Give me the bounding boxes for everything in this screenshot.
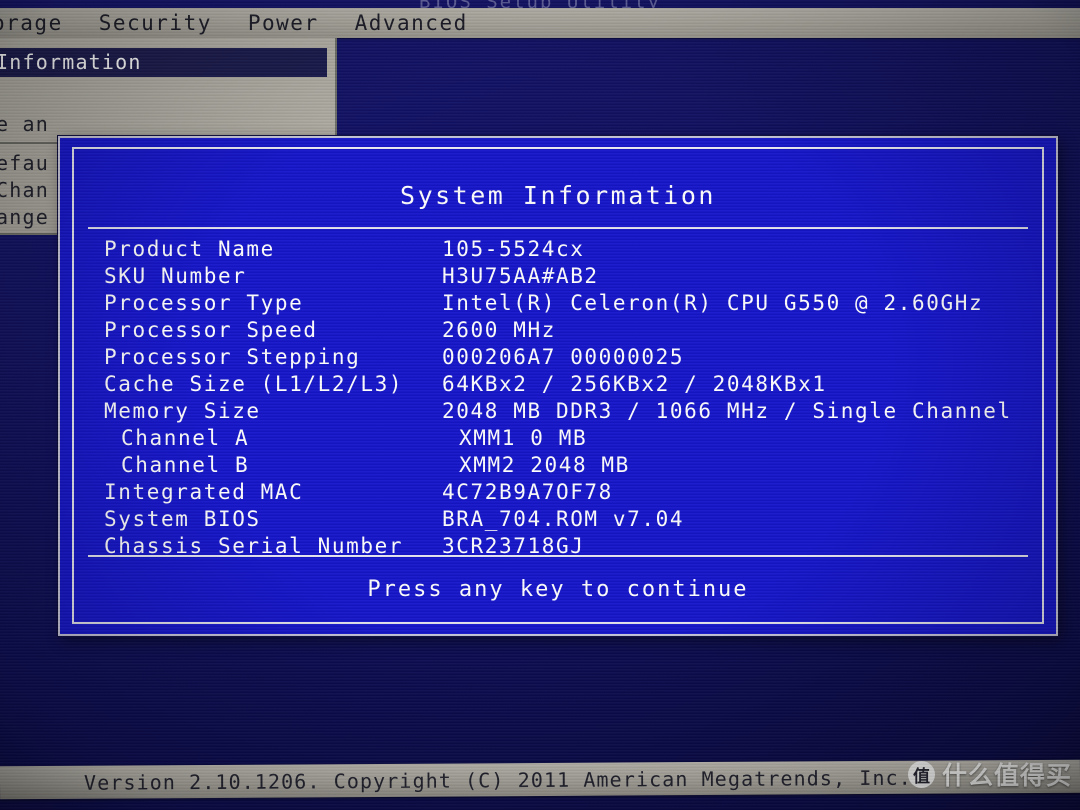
panel-item-information[interactable]: Information xyxy=(0,48,327,77)
info-row: Processor Speed 2600 MHz xyxy=(104,318,1028,345)
info-row-label: Product Name xyxy=(104,237,275,261)
panel-item-0[interactable]: e an xyxy=(0,111,335,138)
info-row-value: 000206A7 00000025 xyxy=(442,345,685,369)
info-row-label: SKU Number xyxy=(104,264,247,288)
info-row-value: 2048 MB DDR3 / 1066 MHz / Single Channel xyxy=(442,399,1012,423)
dialog-top-divider xyxy=(88,227,1028,229)
panel-spacer xyxy=(0,77,335,111)
info-row-value: 2600 MHz xyxy=(442,318,556,342)
system-info-list: Product Name 105-5524cx SKU Number H3U75AA#… xyxy=(104,237,1028,561)
info-row-label: Integrated MAC xyxy=(104,480,304,504)
info-row-label: Processor Stepping xyxy=(104,345,361,369)
info-row-value: 105-5524cx xyxy=(442,237,585,261)
info-row-value: 64KBx2 / 256KBx2 / 2048KBx1 xyxy=(442,372,827,396)
menu-bar: orage Security Power Advanced xyxy=(0,8,1080,38)
info-row: Channel A XMM1 0 MB xyxy=(104,426,1028,453)
info-row-label: Processor Speed xyxy=(104,318,318,342)
version-bar: Version 2.10.1206. Copyright (C) 2011 Am… xyxy=(0,759,1080,800)
dialog-inner-border: System Information Product Name 105-5524c… xyxy=(72,147,1044,624)
press-any-key-prompt[interactable]: Press any key to continue xyxy=(74,577,1042,602)
info-row-label: Memory Size xyxy=(104,399,261,423)
info-row-label: Cache Size (L1/L2/L3) xyxy=(104,372,404,396)
menu-item-storage[interactable]: orage xyxy=(0,11,81,35)
menu-item-power[interactable]: Power xyxy=(230,11,337,35)
info-row: Memory Size 2048 MB DDR3 / 1066 MHz / Sin… xyxy=(104,399,1028,426)
info-row-value: XMM2 2048 MB xyxy=(459,453,630,477)
info-row-label: Channel B xyxy=(121,453,250,477)
info-row-label: Channel A xyxy=(121,426,250,450)
info-row-value: 4C72B9A7OF78 xyxy=(442,480,613,504)
info-row: SKU Number H3U75AA#AB2 xyxy=(104,264,1028,291)
info-row: Cache Size (L1/L2/L3) 64KBx2 / 256KBx2 / … xyxy=(104,372,1028,399)
info-row-label: System BIOS xyxy=(104,507,261,531)
system-information-dialog: System Information Product Name 105-5524c… xyxy=(58,136,1058,636)
info-row: System BIOS BRA_704.ROM v7.04 xyxy=(104,507,1028,534)
info-row: Processor Stepping 000206A7 00000025 xyxy=(104,345,1028,372)
menu-item-security[interactable]: Security xyxy=(81,11,230,35)
info-row: Product Name 105-5524cx xyxy=(104,237,1028,264)
info-row-value: XMM1 0 MB xyxy=(459,426,588,450)
info-row-value: Intel(R) Celeron(R) CPU G550 @ 2.60GHz xyxy=(442,291,984,315)
info-row: Channel B XMM2 2048 MB xyxy=(104,453,1028,480)
info-row-value: H3U75AA#AB2 xyxy=(442,264,599,288)
info-row-value: BRA_704.ROM v7.04 xyxy=(442,507,685,531)
version-text: Version 2.10.1206. Copyright (C) 2011 Am… xyxy=(83,765,912,795)
info-row: Integrated MAC 4C72B9A7OF78 xyxy=(104,480,1028,507)
info-row-label: Processor Type xyxy=(104,291,304,315)
bios-screen: BIOS Setup Utility orage Security Power … xyxy=(0,0,1080,810)
info-row: Processor Type Intel(R) Celeron(R) CPU G5… xyxy=(104,291,1028,318)
dialog-bottom-divider xyxy=(88,555,1028,557)
menu-item-advanced[interactable]: Advanced xyxy=(337,11,486,35)
dialog-title: System Information xyxy=(400,181,716,210)
